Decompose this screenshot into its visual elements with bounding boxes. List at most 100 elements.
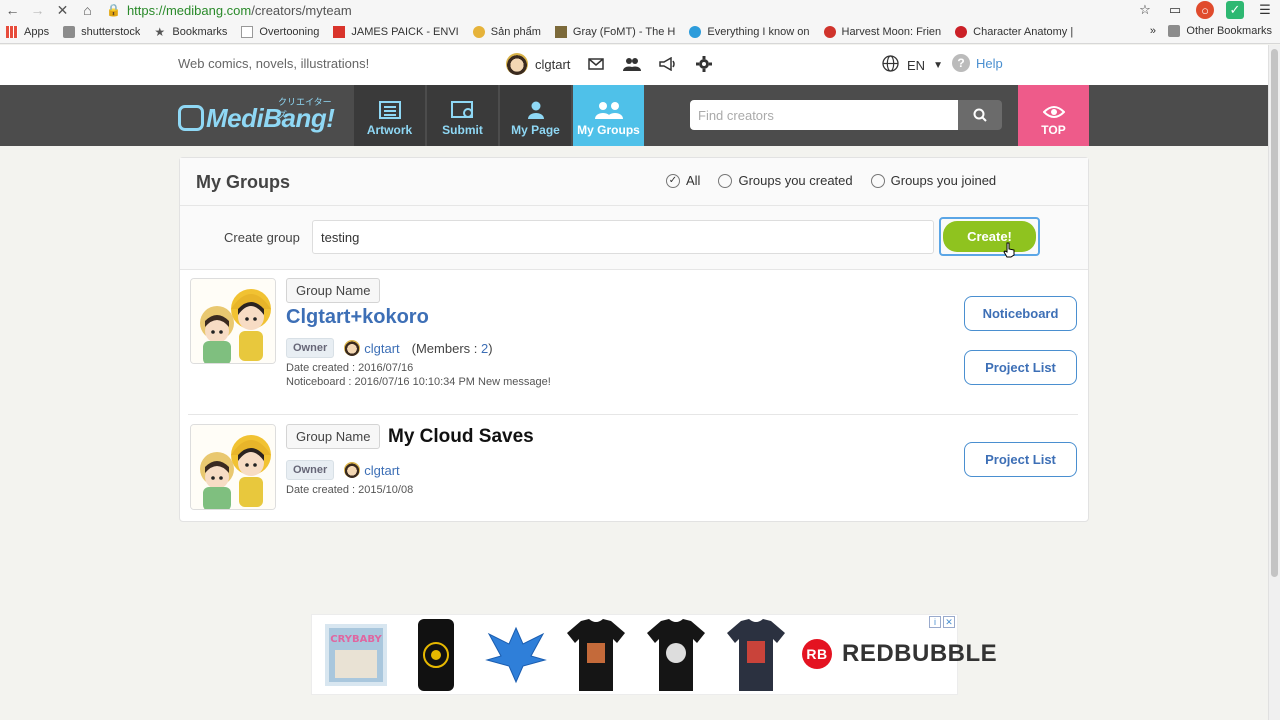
home-icon[interactable]: ⌂ (75, 2, 100, 18)
group-name: My Cloud Saves (388, 426, 534, 447)
create-button[interactable]: Create! (939, 217, 1040, 256)
create-button-label: Create! (943, 221, 1036, 252)
bookmark-overtooning[interactable]: Overtooning (241, 25, 319, 38)
bookmark-san-pham[interactable]: Sản phẩm (472, 25, 541, 38)
ad-product-bird-print[interactable] (480, 617, 552, 692)
submit-icon (427, 85, 498, 119)
top-button[interactable]: TOP (1018, 85, 1089, 146)
bookmark-bookmarks[interactable]: ★ Bookmarks (154, 26, 227, 38)
ad-product-tshirt[interactable] (640, 617, 712, 692)
help-icon: ? (952, 54, 970, 72)
page-scrollbar[interactable] (1268, 45, 1280, 720)
nav-my-page[interactable]: My Page (500, 85, 571, 146)
bookmark-shutterstock[interactable]: shutterstock (63, 25, 140, 38)
site-icon (554, 25, 567, 38)
nav-my-groups-label: My Groups (577, 123, 640, 137)
date-created: Date created : 2015/10/08 (286, 484, 414, 496)
radio-checked-icon: ✓ (666, 173, 680, 188)
cast-icon[interactable]: ▭ (1166, 1, 1184, 19)
group-name-link[interactable]: Clgtart+kokoro (286, 306, 429, 329)
owner-row: Owner clgtart (286, 460, 412, 480)
username-link[interactable]: clgtart (535, 57, 570, 72)
help-link[interactable]: ? Help (952, 54, 1003, 72)
group-name-input[interactable] (312, 220, 934, 254)
folder-icon (63, 25, 76, 38)
filter-groups-joined[interactable]: Groups you joined (870, 173, 996, 188)
back-icon[interactable]: ← (0, 2, 25, 18)
bookmark-james-paick[interactable]: JAMES PAICK - ENVI (333, 25, 459, 38)
radio-empty-icon (718, 173, 733, 188)
pinterest-icon (955, 25, 968, 38)
person-icon (500, 85, 571, 119)
group-name-tag: Group Name (286, 278, 381, 303)
search-input[interactable] (690, 100, 958, 130)
menu-icon[interactable]: ☰ (1256, 1, 1274, 19)
lock-icon: 🔒 (106, 3, 121, 17)
caret-down-icon: ▼ (933, 59, 943, 71)
ad-product-tshirt[interactable] (560, 617, 632, 692)
scrollbar-thumb[interactable] (1271, 49, 1278, 577)
redbubble-brand[interactable]: RB REDBUBBLE (802, 639, 997, 669)
ad-info-icon[interactable]: i (929, 616, 941, 628)
ad-close-icon[interactable]: ✕ (943, 616, 955, 628)
bookmark-character-anatomy[interactable]: Character Anatomy | (955, 25, 1073, 38)
gear-icon[interactable] (694, 54, 714, 74)
group-thumbnail[interactable] (190, 278, 276, 364)
group-thumbnail[interactable] (190, 424, 276, 510)
nav-my-groups[interactable]: My Groups (573, 85, 644, 146)
noticeboard-button[interactable]: Noticeboard (964, 296, 1077, 331)
bookmarks-bar: Apps shutterstock ★ Bookmarks Overtooning… (0, 20, 1280, 44)
search-icon (973, 108, 987, 122)
site-icon (472, 25, 485, 38)
page-title: My Groups (196, 172, 291, 192)
page-icon (241, 25, 254, 38)
filter-groups-created[interactable]: Groups you created (718, 173, 853, 188)
ad-product-tshirt[interactable] (720, 617, 792, 692)
artwork-icon (354, 85, 425, 119)
logo-mark-icon (178, 105, 204, 131)
star-bookmark-icon[interactable]: ☆ (1136, 1, 1154, 19)
other-bookmarks[interactable]: Other Bookmarks (1168, 25, 1272, 37)
bookmark-apps[interactable]: Apps (6, 25, 49, 38)
group-icon[interactable] (622, 54, 642, 74)
redbubble-text: REDBUBBLE (842, 640, 998, 667)
project-list-button[interactable]: Project List (964, 442, 1077, 477)
nav-artwork[interactable]: Artwork (354, 85, 425, 146)
browser-toolbar: ← → ✕ ⌂ 🔒 https://medibang.com/creators/… (0, 0, 1280, 20)
owner-link[interactable]: clgtart (364, 463, 399, 478)
ad-product-poster[interactable]: CRYBABY (320, 617, 392, 692)
date-created: Date created : 2016/07/16 (286, 362, 414, 374)
filter-all[interactable]: ✓ All (666, 173, 700, 188)
bookmark-everything[interactable]: Everything I know on (689, 25, 810, 38)
avatar[interactable] (506, 53, 528, 75)
panel-header: My Groups ✓ All Groups you created Groups… (180, 158, 1088, 206)
ad-banner[interactable]: CRYBABY RB REDBUBBLE i ✕ (311, 614, 997, 695)
logo-text: MediBang! (206, 103, 335, 133)
mail-icon[interactable] (586, 54, 606, 74)
help-label: Help (976, 55, 1003, 71)
owner-row: Owner clgtart (Members : 2) (286, 338, 493, 358)
extension-green-icon[interactable]: ✓ (1226, 1, 1244, 19)
bookmark-gray-fomt[interactable]: Gray (FoMT) - The H (554, 25, 675, 38)
group-name-tag: Group Name (286, 424, 381, 449)
search-button[interactable] (958, 100, 1002, 130)
site-top-strip: Web comics, novels, illustrations! clgta… (0, 45, 1268, 85)
bookmarks-overflow[interactable]: » (1150, 25, 1156, 37)
member-count: (Members : 2) (411, 340, 493, 356)
globe-icon (882, 55, 899, 75)
project-list-button[interactable]: Project List (964, 350, 1077, 385)
megaphone-icon[interactable] (658, 54, 678, 74)
language-selector[interactable]: EN ▼ (882, 55, 943, 75)
forward-icon[interactable]: → (25, 2, 50, 18)
owner-link[interactable]: clgtart (364, 341, 399, 356)
nav-submit[interactable]: Submit (427, 85, 498, 146)
hand-cursor-icon (1003, 242, 1015, 258)
bookmark-harvest-moon[interactable]: Harvest Moon: Frien (823, 25, 941, 38)
medibang-logo[interactable]: クリエイターズ MediBang! (178, 95, 338, 135)
stop-icon[interactable]: ✕ (50, 2, 75, 19)
address-bar[interactable]: https://medibang.com/creators/myteam (127, 3, 352, 18)
ad-controls: i ✕ (929, 616, 955, 628)
ad-product-phone-case[interactable] (400, 617, 472, 692)
nav-my-page-label: My Page (511, 123, 560, 137)
extension-red-icon[interactable]: ○ (1196, 1, 1214, 19)
